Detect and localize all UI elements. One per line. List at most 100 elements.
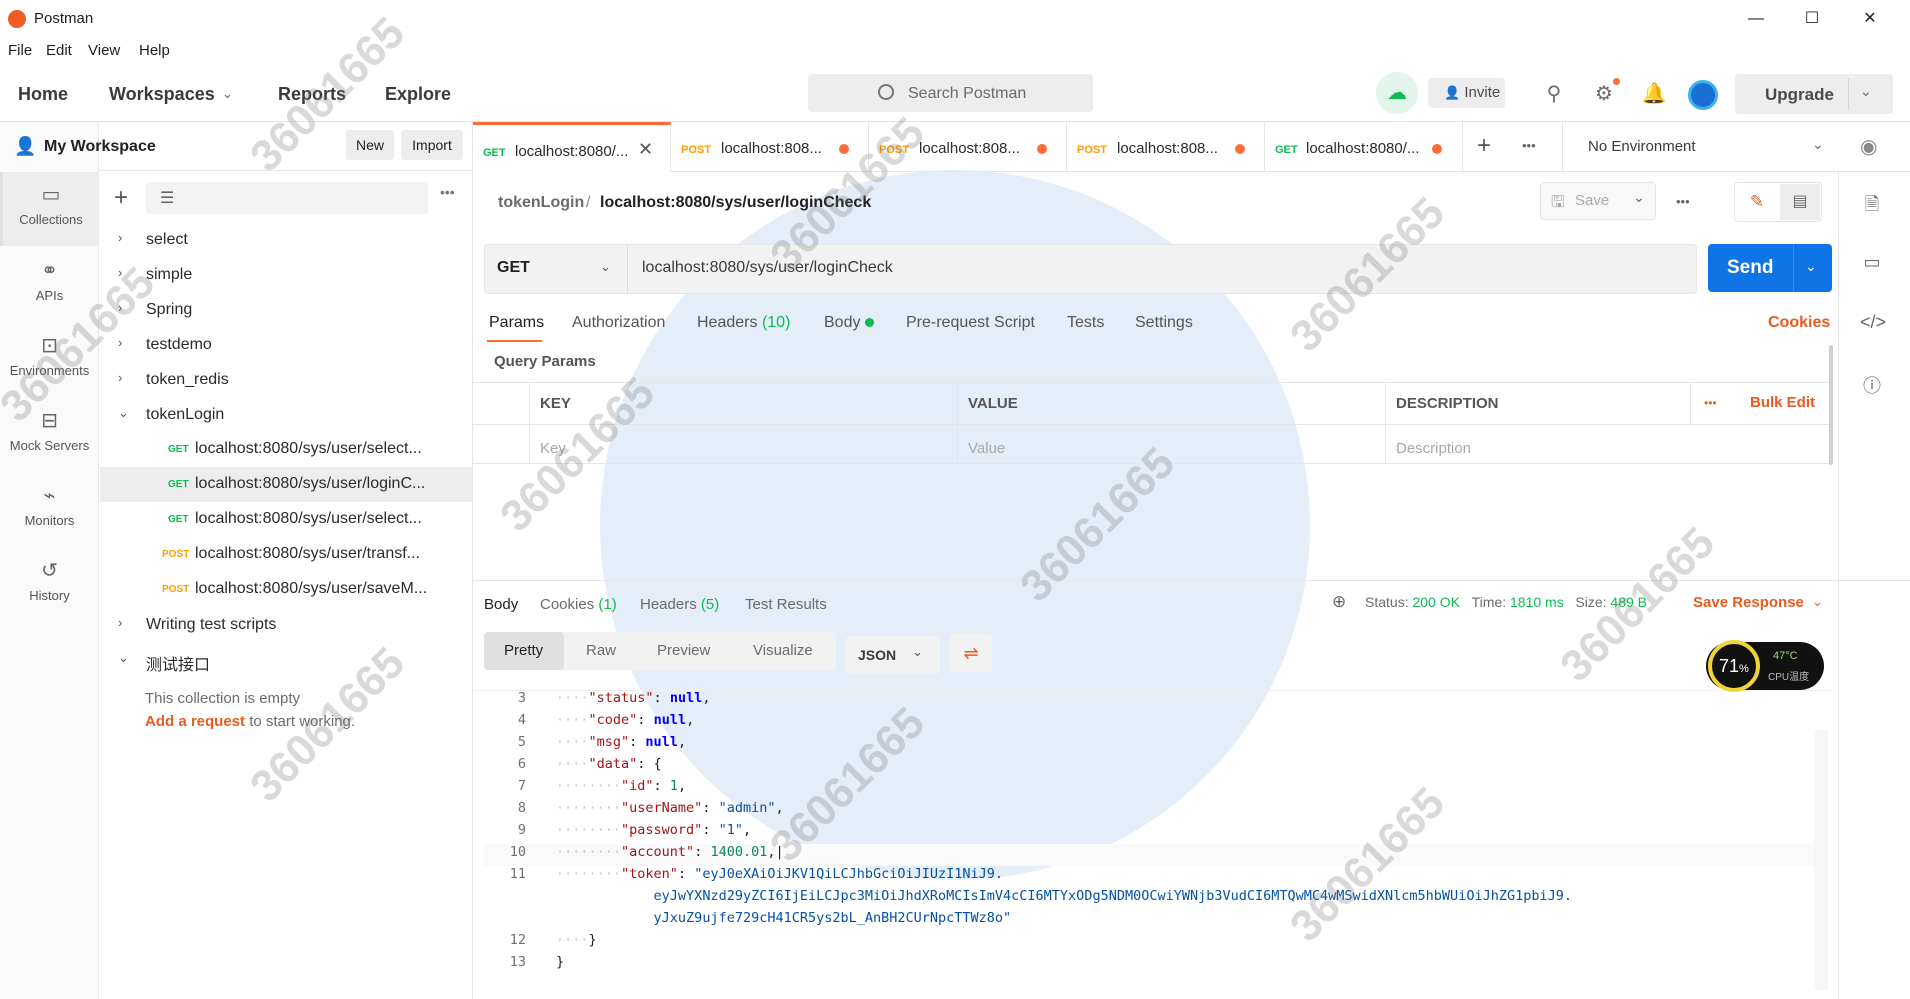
menu-file[interactable]: File	[8, 42, 32, 59]
tab-pre-request-script[interactable]: Pre-request Script	[906, 314, 1035, 332]
filter-input[interactable]	[146, 182, 428, 214]
tab-tests[interactable]: Tests	[1067, 314, 1104, 332]
collection-item[interactable]: › Writing test scripts	[100, 607, 472, 642]
chevron-down-icon[interactable]: ⌄	[1812, 594, 1823, 610]
code-icon[interactable]: </>	[1860, 312, 1886, 336]
invite-button[interactable]: 👤 Invite	[1428, 78, 1505, 108]
format-preview[interactable]: Preview	[657, 642, 710, 659]
save-response-button[interactable]: Save Response	[1693, 594, 1804, 611]
save-button[interactable]: 🖫 Save ⌄	[1540, 182, 1656, 220]
method-badge: GET	[168, 514, 189, 525]
import-button[interactable]: Import	[401, 130, 463, 160]
collection-item[interactable]: › testdemo	[100, 327, 472, 362]
menu-edit[interactable]: Edit	[46, 42, 72, 59]
chevron-down-icon[interactable]: ⌄	[1805, 258, 1817, 275]
request-item[interactable]: GET localhost:8080/sys/user/select...	[100, 432, 472, 467]
collection-item[interactable]: ⌄ 测试接口	[100, 642, 472, 677]
response-tab-body[interactable]: Body	[484, 596, 518, 613]
bulk-edit-link[interactable]: Bulk Edit	[1750, 394, 1815, 411]
divider	[1848, 78, 1849, 110]
response-body-code[interactable]: 3 ····"status": null, 4 ····"code": null, …	[484, 690, 1814, 990]
comment-icon[interactable]: ▤	[1780, 184, 1820, 220]
format-visualize[interactable]: Visualize	[753, 642, 813, 659]
breadcrumb-collection[interactable]: tokenLogin	[498, 194, 584, 212]
title-bar	[0, 0, 1910, 38]
nav-home[interactable]: Home	[18, 84, 68, 105]
globe-icon[interactable]: ⊕	[1332, 592, 1346, 612]
collection-item[interactable]: › select	[100, 222, 472, 257]
value-input[interactable]: Value	[968, 440, 1005, 457]
eye-icon[interactable]: ◉	[1860, 134, 1877, 159]
request-tab[interactable]: POST localhost:808...	[671, 122, 869, 172]
new-button[interactable]: New	[346, 130, 394, 160]
tab-authorization[interactable]: Authorization	[572, 314, 665, 332]
more-icon[interactable]: •••	[1676, 194, 1690, 209]
percent-sign: %	[1739, 663, 1749, 675]
nav-collections[interactable]: ▭ Collections	[0, 172, 99, 246]
minimize-button[interactable]: —	[1728, 6, 1784, 32]
add-request-link[interactable]: Add a request	[145, 713, 245, 730]
url-input[interactable]: localhost:8080/sys/user/loginCheck	[642, 259, 893, 277]
tab-label: Headers	[640, 596, 697, 613]
divider	[529, 382, 530, 464]
menu-view[interactable]: View	[88, 42, 120, 59]
environment-select[interactable]: No Environment	[1588, 138, 1696, 155]
close-icon[interactable]: ✕	[638, 139, 653, 160]
tab-params[interactable]: Params	[489, 314, 544, 332]
description-input[interactable]: Description	[1396, 440, 1471, 457]
response-tab-headers[interactable]: Headers (5)	[640, 596, 719, 613]
collection-item[interactable]: › token_redis	[100, 362, 472, 397]
search-placeholder: Search Postman	[908, 85, 1027, 102]
nav-workspaces[interactable]: Workspaces	[109, 84, 215, 105]
request-item[interactable]: POST localhost:8080/sys/user/transf...	[100, 537, 472, 572]
tab-body[interactable]: Body	[824, 314, 874, 332]
request-tab[interactable]: GET localhost:8080/...	[1265, 122, 1463, 172]
more-icon[interactable]: •••	[1704, 396, 1717, 410]
tab-headers[interactable]: Headers (10)	[697, 314, 790, 332]
collection-item[interactable]: ⌄ tokenLogin	[100, 397, 472, 432]
request-tab[interactable]: GET localhost:8080/... ✕	[473, 122, 671, 172]
maximize-button[interactable]: ☐	[1784, 6, 1840, 32]
documentation-icon[interactable]: 🗎	[1860, 192, 1884, 216]
tab-label: Headers	[697, 314, 758, 331]
info-icon[interactable]: ⓘ	[1860, 372, 1884, 396]
plus-icon[interactable]: +	[1477, 132, 1491, 160]
request-tab[interactable]: POST localhost:808...	[1067, 122, 1265, 172]
tab-label: localhost:808...	[1117, 140, 1218, 157]
chevron-down-icon[interactable]: ⌄	[1860, 83, 1872, 100]
nav-history[interactable]: ↺ History	[0, 548, 99, 622]
workspace-title[interactable]: My Workspace	[44, 138, 156, 156]
wrap-lines-icon[interactable]: ⇌	[950, 634, 992, 672]
request-item[interactable]: GET localhost:8080/sys/user/select...	[100, 502, 472, 537]
response-tab-test-results[interactable]: Test Results	[745, 596, 827, 613]
tab-settings[interactable]: Settings	[1135, 314, 1193, 332]
comments-icon[interactable]: ▭	[1860, 252, 1884, 276]
close-button[interactable]: ✕	[1842, 6, 1898, 32]
menu-help[interactable]: Help	[139, 42, 170, 59]
send-label: Send	[1727, 257, 1774, 278]
status-value[interactable]: 200 OK	[1412, 594, 1459, 610]
cookies-link[interactable]: Cookies	[1768, 314, 1830, 332]
request-item[interactable]: POST localhost:8080/sys/user/saveM...	[100, 572, 472, 607]
chevron-down-icon[interactable]: ⌄	[1812, 136, 1824, 153]
format-raw[interactable]: Raw	[586, 642, 616, 659]
more-icon[interactable]: •••	[440, 184, 455, 200]
chevron-down-icon[interactable]: ⌄	[1633, 189, 1645, 206]
nav-monitors[interactable]: ⌁ Monitors	[0, 473, 99, 547]
bell-icon[interactable]: 🔔	[1640, 80, 1668, 108]
scrollbar[interactable]	[1814, 730, 1828, 990]
satellite-icon[interactable]: ⚲	[1540, 80, 1568, 108]
pencil-icon[interactable]: ✎	[1736, 184, 1778, 220]
format-pretty[interactable]: Pretty	[504, 642, 543, 659]
method-badge: GET	[1275, 144, 1298, 156]
time-value[interactable]: 1810 ms	[1510, 594, 1564, 610]
plus-icon[interactable]: +	[114, 184, 128, 212]
request-item[interactable]: GET localhost:8080/sys/user/loginC...	[100, 467, 472, 502]
scrollbar[interactable]	[1829, 345, 1833, 465]
headers-count: (5)	[700, 596, 720, 613]
response-tab-cookies[interactable]: Cookies (1)	[540, 596, 617, 613]
nav-explore[interactable]: Explore	[385, 84, 451, 105]
cloud-sync-icon: ☁	[1387, 82, 1407, 104]
avatar[interactable]	[1688, 80, 1718, 110]
more-icon[interactable]: •••	[1522, 138, 1536, 153]
